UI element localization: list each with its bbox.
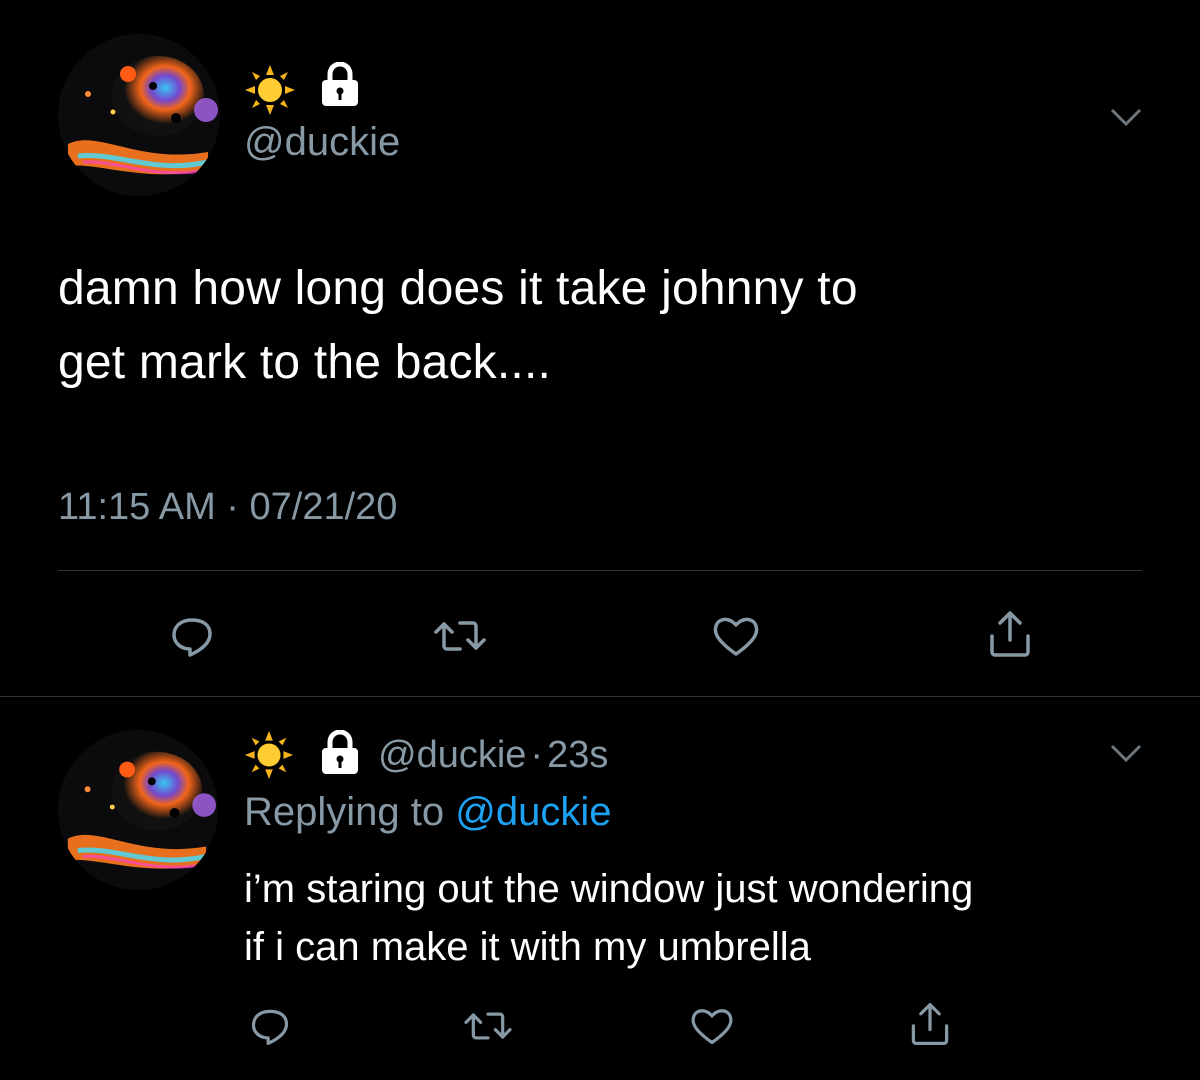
reply-button[interactable] [162,606,222,666]
share-icon [990,611,1030,657]
avatar-image [58,34,220,196]
reply-icon [251,1009,289,1046]
lock-icon [318,729,362,776]
retweet-button[interactable] [428,606,492,666]
reply-text-line: i’m staring out the window just wonderin… [244,867,974,911]
retweet-icon [434,621,486,651]
retweet-button[interactable] [458,998,518,1054]
timestamp[interactable]: 11:15 AM · 07/21/20 [58,486,397,529]
avatar-image [58,730,218,890]
share-icon [911,1003,949,1045]
tweet-text-line: damn how long does it take johnny to [58,262,858,315]
author-handle[interactable]: @duckie [244,120,400,165]
chevron-down-icon[interactable] [1106,738,1146,768]
reply-button[interactable] [242,998,298,1054]
lock-icon [318,61,362,108]
separator: · [530,734,544,776]
author-handle[interactable]: @duckie [378,734,526,776]
avatar[interactable] [58,34,220,196]
like-button[interactable] [706,606,766,666]
retweet-icon [464,1012,512,1040]
sun-icon [244,730,294,780]
like-button[interactable] [684,998,740,1054]
reply-header: @duckie · 23s [378,734,608,777]
like-icon [713,617,759,656]
share-button[interactable] [980,604,1040,664]
tweet-text-line: get mark to the back.... [58,336,552,389]
tweet-text: damn how long does it take johnny to get… [58,252,1168,400]
divider [0,696,1200,697]
divider [58,570,1142,571]
avatar[interactable] [58,730,218,890]
chevron-down-icon[interactable] [1106,102,1146,132]
mention-link[interactable]: @duckie [455,790,611,834]
reply-time[interactable]: 23s [547,734,608,776]
replying-to: Replying to @duckie [244,790,611,835]
reply-text: i’m staring out the window just wonderin… [244,860,1174,976]
reply-icon [172,618,212,657]
reply-text-line: if i can make it with my umbrella [244,925,811,969]
like-icon [691,1009,733,1045]
share-button[interactable] [902,996,958,1052]
replying-to-label: Replying to [244,790,445,834]
sun-icon [244,64,296,116]
